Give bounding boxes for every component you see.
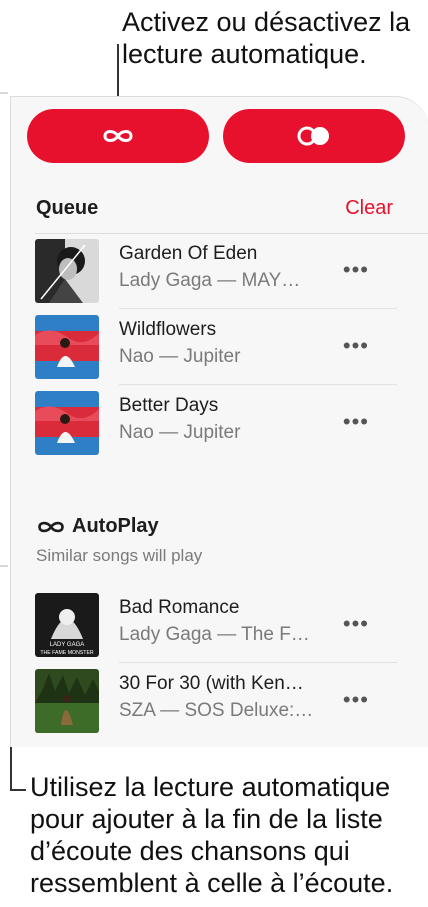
autoplay-row[interactable]: LADY GAGA THE FAME MONSTER Bad Romance L…	[35, 587, 397, 663]
song-title: 30 For 30 (with Ken…	[119, 673, 304, 694]
song-subtitle: Lady Gaga — The F…	[119, 624, 310, 645]
autoplay-row[interactable]: 30 For 30 (with Ken… SZA — SOS Deluxe:… …	[35, 663, 397, 739]
more-options-icon[interactable]: •••	[343, 333, 369, 359]
queue-row[interactable]: Wildflowers Nao — Jupiter •••	[35, 309, 397, 385]
background-divider	[0, 565, 8, 567]
album-art-wildflowers	[35, 315, 99, 379]
more-options-icon[interactable]: •••	[343, 611, 369, 637]
infinity-icon	[103, 130, 133, 142]
queue-row[interactable]: Better Days Nao — Jupiter •••	[35, 385, 397, 461]
album-art-text: LADY GAGA	[50, 642, 85, 648]
callout-line-bottom-tail	[10, 789, 26, 791]
song-title: Bad Romance	[119, 597, 240, 618]
autoplay-subtitle: Similar songs will play	[36, 546, 203, 565]
callout-autoplay-explanation: Utilisez la lecture automatique pour ajo…	[30, 772, 394, 898]
queue-heading: Queue	[36, 197, 99, 219]
background-divider	[0, 92, 8, 94]
song-subtitle: SZA — SOS Deluxe:…	[119, 700, 314, 721]
song-subtitle: Nao — Jupiter	[119, 422, 241, 443]
album-art-garden-of-eden	[35, 239, 99, 303]
album-art-bad-romance: LADY GAGA THE FAME MONSTER	[35, 593, 99, 657]
autoplay-title: AutoPlay	[72, 515, 159, 537]
more-options-icon[interactable]: •••	[343, 687, 369, 713]
song-title: Better Days	[119, 395, 219, 416]
song-title: Garden Of Eden	[119, 243, 258, 264]
autoplay-toggle-button[interactable]	[27, 109, 209, 163]
queue-row[interactable]: Garden Of Eden Lady Gaga — MAY… •••	[35, 233, 397, 309]
song-subtitle: Lady Gaga — MAY…	[119, 270, 301, 291]
callout-line-top	[117, 44, 119, 104]
autoplay-heading: AutoPlay	[36, 515, 159, 538]
album-art-text: THE FAME MONSTER	[40, 650, 94, 656]
callout-autoplay-toggle: Activez ou désactivez la lecture automat…	[122, 7, 411, 69]
song-title: Wildflowers	[119, 319, 217, 340]
album-art-better-days	[35, 391, 99, 455]
up-next-panel: Queue Clear Garden Of Eden Lady Gaga — M…	[10, 96, 428, 747]
album-art-sos-deluxe	[35, 669, 99, 733]
infinity-icon	[38, 521, 64, 532]
more-options-icon[interactable]: •••	[343, 409, 369, 435]
shuffle-icon	[297, 126, 329, 146]
song-subtitle: Nao — Jupiter	[119, 346, 241, 367]
more-options-icon[interactable]: •••	[343, 257, 369, 283]
clear-queue-button[interactable]: Clear	[345, 197, 393, 220]
repeat-shuffle-button[interactable]	[223, 109, 405, 163]
